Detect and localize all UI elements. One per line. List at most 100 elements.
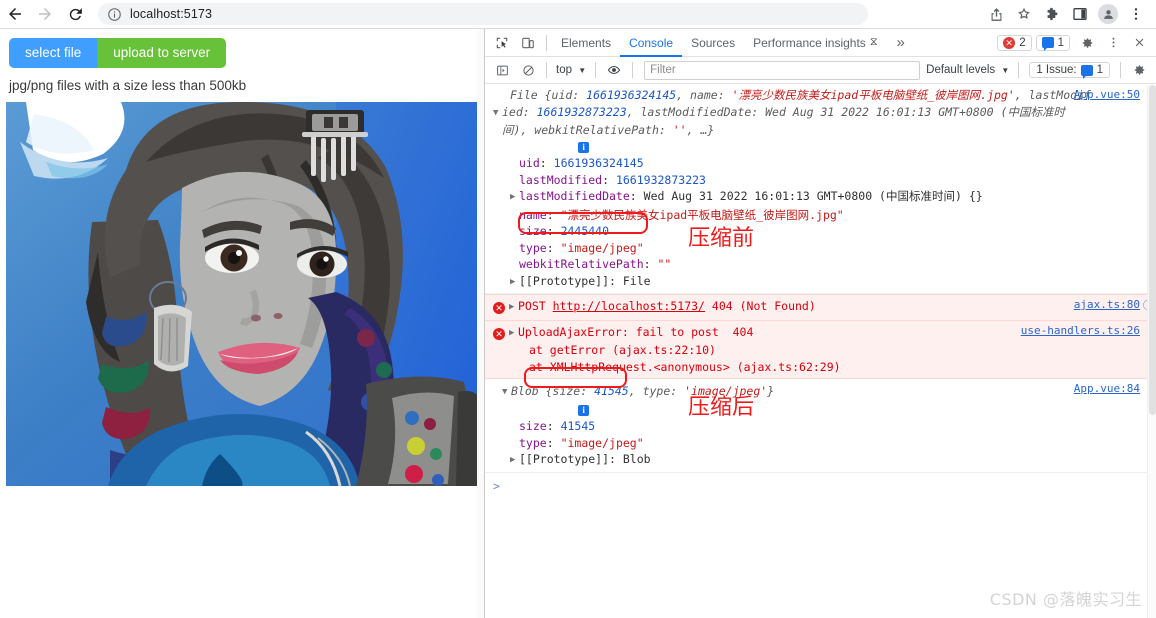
error-stack-line-2[interactable]: at XMLHttpRequest.<anonymous> (ajax.ts:6… <box>493 359 1142 376</box>
file-prop-size: size: 2445440 <box>493 223 1142 240</box>
filterbar-divider-2 <box>595 62 596 78</box>
experiment-flask-icon: ⧖ <box>870 36 878 49</box>
tab-console[interactable]: Console <box>620 29 682 57</box>
tab-elements[interactable]: Elements <box>552 29 620 57</box>
devtools-settings-button[interactable] <box>1074 30 1100 56</box>
console-message-file[interactable]: App.vue:50 File {uid: 1661936324145, nam… <box>485 85 1156 294</box>
file-uid-value: 1661936324145 <box>586 88 676 102</box>
error-icon: ✕ <box>493 302 505 314</box>
file-prop-webkitrelativepath: webkitRelativePath: "" <box>493 256 1142 273</box>
chevron-down-icon: ▼ <box>578 66 586 75</box>
issues-button[interactable]: 1 Issue: 1 <box>1029 62 1110 78</box>
inspect-element-button[interactable] <box>489 30 515 56</box>
live-expression-button[interactable] <box>601 57 627 83</box>
expand-triangle-blob-prototype[interactable] <box>510 452 519 469</box>
error-post-url[interactable]: http://localhost:5173/ <box>553 299 705 313</box>
issues-label: 1 Issue: <box>1036 64 1076 76</box>
info-badge-icon[interactable]: i <box>578 142 589 153</box>
console-scrollbar[interactable] <box>1147 85 1156 618</box>
file-prop-size-key: size <box>519 224 547 238</box>
console-message-blob[interactable]: App.vue:84 Blob {size: 41545, type: 'ima… <box>485 379 1156 472</box>
upload-to-server-button[interactable]: upload to server <box>97 38 226 68</box>
file-lastmodified-value: 1661932873223 <box>537 105 627 119</box>
console-sidebar-icon <box>496 64 509 77</box>
side-panel-button[interactable] <box>1066 0 1094 28</box>
blob-header-size: 41545 <box>594 384 629 398</box>
three-dot-menu-icon <box>1107 36 1120 49</box>
share-button[interactable] <box>982 0 1010 28</box>
file-prop-lastmodified-key: lastModified <box>519 173 602 187</box>
live-expression-eye-icon <box>607 63 621 77</box>
expand-triangle-lastmodifieddate[interactable] <box>510 189 519 206</box>
bookmark-button[interactable] <box>1010 0 1038 28</box>
log-levels-selector[interactable]: Default levels ▼ <box>926 64 1013 76</box>
address-bar[interactable]: localhost:5173 <box>98 3 868 25</box>
filterbar-divider-5 <box>1120 62 1121 78</box>
error-count-badge[interactable]: ✕ 2 <box>997 35 1031 51</box>
execution-context-selector[interactable]: top ▼ <box>552 64 590 76</box>
star-icon <box>1015 5 1033 23</box>
file-header-line3-pre: 间), webkitRelativePath: <box>502 123 673 137</box>
device-toolbar-button[interactable] <box>515 30 541 56</box>
console-filter-input[interactable] <box>644 61 920 80</box>
console-prompt[interactable]: > <box>485 472 1156 500</box>
file-prop-uid-value: 1661936324145 <box>554 156 644 170</box>
file-prop-size-value: 2445440 <box>561 224 609 238</box>
file-prop-lastmodified-value: 1661932873223 <box>616 173 706 187</box>
tab-sources[interactable]: Sources <box>682 29 744 57</box>
expand-triangle-error1[interactable] <box>509 299 518 316</box>
devtools-close-button[interactable] <box>1126 30 1152 56</box>
profile-button[interactable] <box>1094 0 1122 28</box>
back-button[interactable] <box>0 0 30 28</box>
console-output[interactable]: App.vue:50 File {uid: 1661936324145, nam… <box>485 85 1156 618</box>
error-stack-line-1[interactable]: at getError (ajax.ts:22:10) <box>493 342 1142 359</box>
info-badge-icon[interactable]: i <box>578 405 589 416</box>
file-prop-lastmodifieddate: lastModifiedDate: Wed Aug 31 2022 16:01:… <box>493 188 1142 207</box>
blob-prop-type-key: type <box>519 436 547 450</box>
error-icon: ✕ <box>1003 37 1015 49</box>
expand-triangle-error2[interactable] <box>509 325 518 342</box>
file-header-pre: File {uid: <box>510 88 586 102</box>
blob-prop-prototype-value: Blob <box>623 452 651 466</box>
extensions-button[interactable] <box>1038 0 1066 28</box>
log-levels-label: Default levels <box>926 64 995 76</box>
puzzle-icon <box>1044 6 1061 23</box>
message-count-badge[interactable]: 1 <box>1036 35 1070 51</box>
console-error-upload-ajax[interactable]: use-handlers.ts:26 ✕UploadAjaxError: fai… <box>485 321 1156 380</box>
web-page-viewport: select file upload to server jpg/png fil… <box>0 29 485 618</box>
clear-console-button[interactable] <box>515 57 541 83</box>
devtools-kebab-button[interactable] <box>1100 30 1126 56</box>
select-file-button[interactable]: select file <box>9 38 97 68</box>
expand-triangle-file[interactable] <box>493 105 502 122</box>
source-link-use-handlers-ts-26[interactable]: use-handlers.ts:26 <box>1021 323 1140 340</box>
blob-prop-type-value: "image/jpeg" <box>561 436 644 450</box>
blob-header-post: } <box>767 384 774 398</box>
browser-menu-button[interactable] <box>1122 0 1150 28</box>
blob-header-type: 'image/jpeg' <box>684 384 767 398</box>
tabbar-divider <box>546 35 547 51</box>
console-settings-button[interactable] <box>1126 57 1152 83</box>
expand-triangle-blob[interactable] <box>502 384 511 401</box>
more-tabs-button[interactable]: » <box>887 34 915 51</box>
close-icon <box>1133 36 1146 49</box>
page-scrollbar[interactable] <box>477 29 484 618</box>
tab-performance-insights[interactable]: Performance insights ⧖ <box>744 29 886 57</box>
error-icon: ✕ <box>493 328 505 340</box>
source-link-ajax-ts-80[interactable]: ajax.ts:80 <box>1074 297 1140 314</box>
source-link-app-vue-84[interactable]: App.vue:84 <box>1074 381 1140 398</box>
console-prompt-symbol: > <box>493 479 500 493</box>
console-sidebar-toggle[interactable] <box>489 57 515 83</box>
file-prop-type-value: "image/jpeg" <box>561 241 644 255</box>
source-link-app-vue-50[interactable]: App.vue:50 <box>1074 87 1140 104</box>
issues-count: 1 <box>1097 64 1103 76</box>
console-scrollbar-thumb[interactable] <box>1149 85 1156 415</box>
forward-button[interactable] <box>30 0 60 28</box>
devtools-tabbar: Elements Console Sources Performance ins… <box>485 29 1156 57</box>
execution-context-label: top <box>556 64 572 76</box>
blob-prop-size-value: 41545 <box>561 419 596 433</box>
file-prop-webkitrelativepath-value: "" <box>657 257 671 271</box>
reload-button[interactable] <box>60 0 90 28</box>
file-header-line-3: 间), webkitRelativePath: '', …} i <box>493 122 1142 155</box>
console-error-post-404[interactable]: ajax.ts:80 ✕POST http://localhost:5173/ … <box>485 294 1156 321</box>
expand-triangle-file-prototype[interactable] <box>510 274 519 291</box>
